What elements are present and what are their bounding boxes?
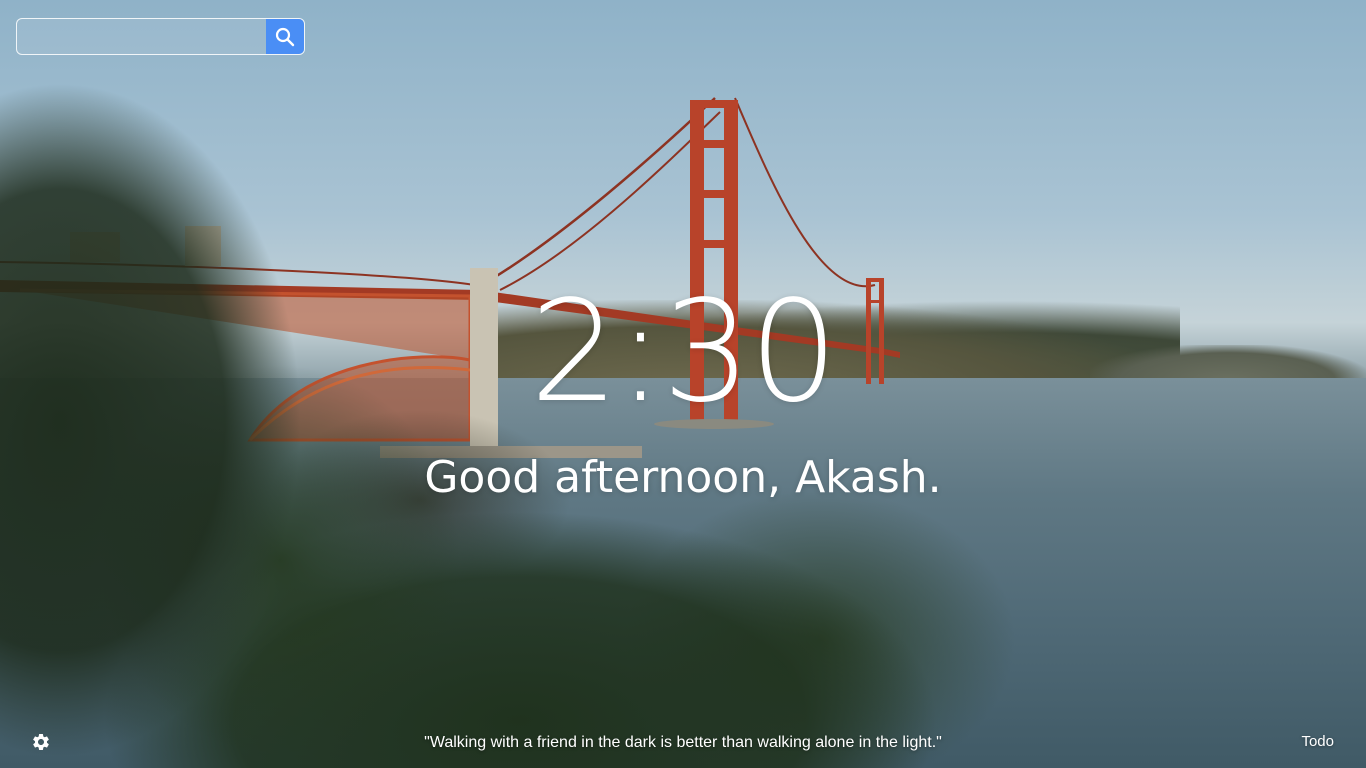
search-button[interactable] (266, 19, 304, 54)
search-icon (275, 27, 295, 46)
new-tab-page: 2:30 Good afternoon, Akash. "Walking wit… (0, 0, 1366, 768)
search-bar (16, 18, 305, 55)
search-input[interactable] (17, 19, 266, 54)
todo-button[interactable]: Todo (1301, 733, 1334, 751)
greeting-text: Good afternoon, Akash. (424, 452, 942, 503)
quote-text: "Walking with a friend in the dark is be… (424, 734, 942, 751)
clock-time: 2:30 (529, 271, 838, 434)
